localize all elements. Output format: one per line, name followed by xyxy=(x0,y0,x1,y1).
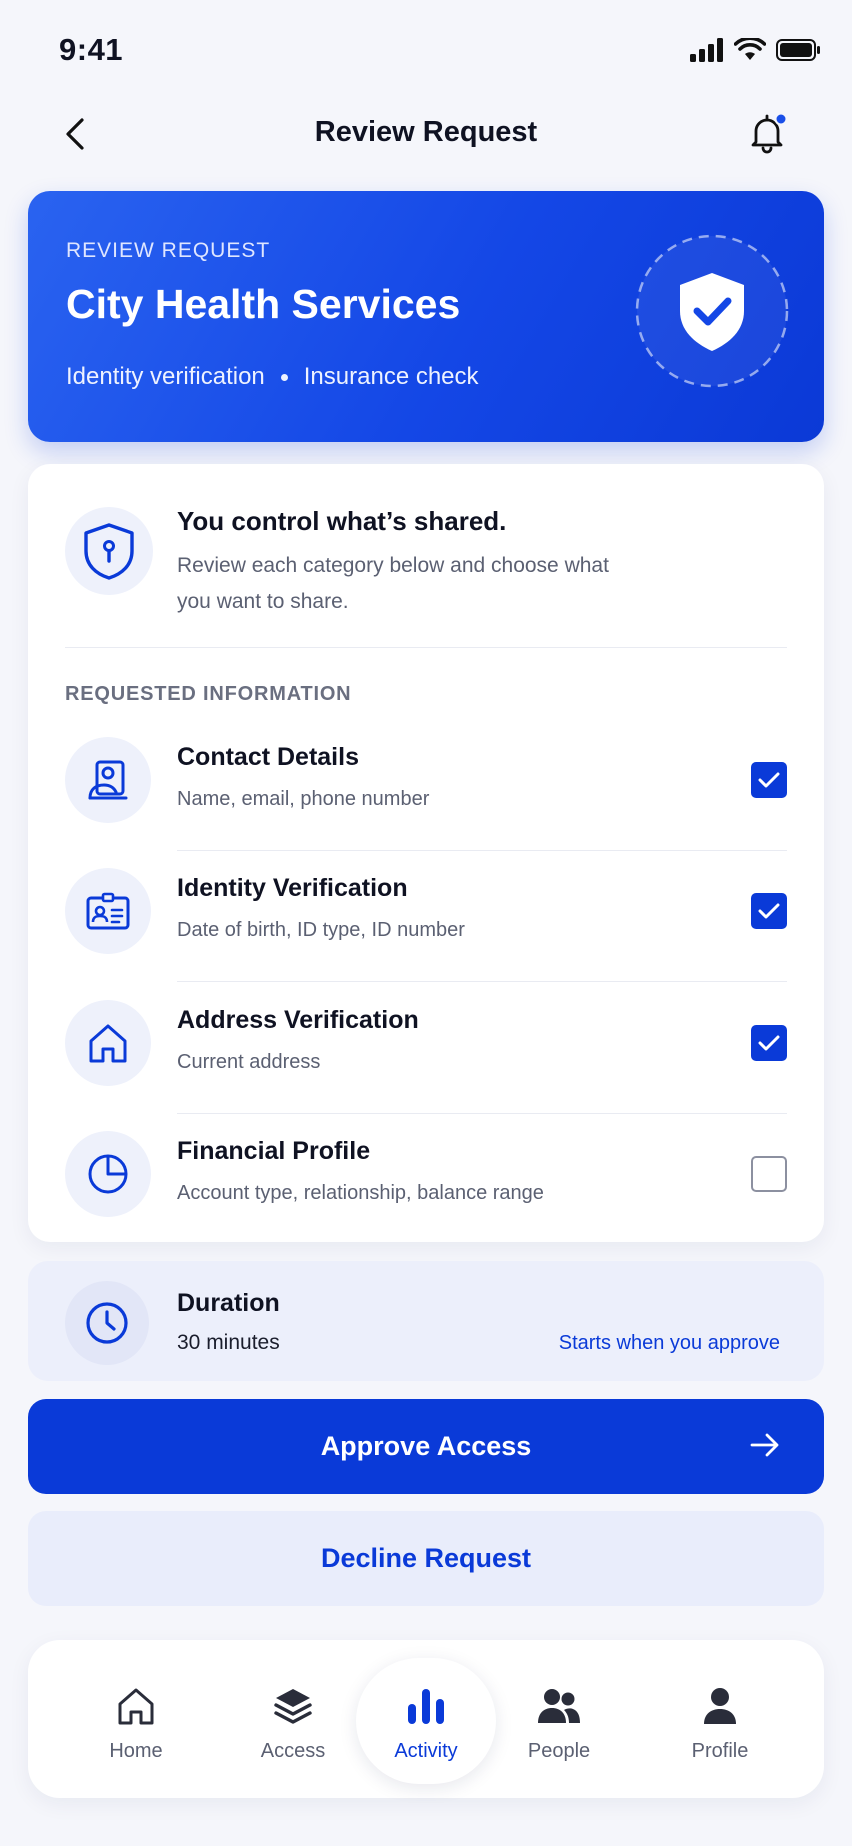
request-purposes: Identity verification Insurance check xyxy=(66,363,479,391)
purpose-item: Identity verification xyxy=(66,363,265,390)
request-item-address-verification[interactable]: Address Verification Current address xyxy=(65,1000,787,1131)
clock-icon xyxy=(86,1302,128,1344)
request-item-icon xyxy=(65,1131,151,1217)
tab-access[interactable]: Access xyxy=(223,1640,363,1798)
intro-icon-wrap xyxy=(65,507,153,595)
hero-eyebrow: REVIEW REQUEST xyxy=(66,239,271,262)
checkmark-icon xyxy=(758,772,780,788)
tab-label: Access xyxy=(260,1740,326,1762)
status-icons xyxy=(690,38,822,62)
organization-name: City Health Services xyxy=(66,281,461,327)
consent-card: You control what’s shared. Review each c… xyxy=(28,464,824,1242)
tab-profile[interactable]: Profile xyxy=(650,1640,790,1798)
home-icon xyxy=(118,1688,154,1725)
status-time: 9:41 xyxy=(59,32,124,67)
decline-label: Decline Request xyxy=(320,1543,532,1573)
request-item-icon xyxy=(65,1000,151,1086)
id-card-icon xyxy=(86,892,130,930)
tab-label: Activity xyxy=(394,1740,458,1762)
status-bar: 9:41 xyxy=(0,0,852,100)
duration-title: Duration xyxy=(177,1289,280,1317)
tab-label: Profile xyxy=(691,1740,749,1762)
request-item-description: Account type, relationship, balance rang… xyxy=(177,1182,544,1204)
nav-header: Review Request xyxy=(0,100,852,190)
signal-icon xyxy=(690,38,723,62)
request-item-description: Current address xyxy=(177,1051,321,1073)
request-item-identity-verification[interactable]: Identity Verification Date of birth, ID … xyxy=(65,868,787,999)
bar-chart-icon xyxy=(408,1689,444,1724)
page-title: Review Request xyxy=(314,116,538,148)
checkmark-icon xyxy=(758,1035,780,1051)
layers-icon xyxy=(274,1689,312,1724)
shield-keyhole-icon xyxy=(84,523,134,580)
request-item-title: Financial Profile xyxy=(177,1137,371,1165)
request-item-title: Address Verification xyxy=(177,1006,419,1034)
purpose-item: Insurance check xyxy=(303,363,479,390)
request-item-title: Contact Details xyxy=(177,743,359,771)
section-label: REQUESTED INFORMATION xyxy=(65,683,352,705)
duration-panel: Duration 30 minutes Starts when you appr… xyxy=(28,1261,824,1381)
tab-activity[interactable]: Activity xyxy=(356,1640,496,1798)
row-separator xyxy=(177,981,787,982)
people-icon xyxy=(538,1689,580,1723)
request-item-financial-profile[interactable]: Financial Profile Account type, relation… xyxy=(65,1131,787,1262)
wifi-icon xyxy=(734,38,766,60)
duration-note: Starts when you approve xyxy=(558,1332,780,1354)
approve-label: Approve Access xyxy=(320,1431,532,1461)
row-separator xyxy=(177,1113,787,1114)
notifications-button[interactable] xyxy=(742,108,792,158)
contact-icon xyxy=(88,760,128,800)
tab-label: People xyxy=(527,1740,591,1762)
duration-value: 30 minutes xyxy=(177,1331,280,1354)
pie-chart-icon xyxy=(88,1154,128,1194)
home-icon xyxy=(89,1024,127,1063)
share-checkbox[interactable] xyxy=(751,893,787,929)
share-checkbox[interactable] xyxy=(751,1156,787,1192)
divider xyxy=(65,647,787,648)
bullet-separator xyxy=(280,373,288,381)
duration-icon-wrap xyxy=(65,1281,149,1365)
row-separator xyxy=(177,850,787,851)
share-checkbox[interactable] xyxy=(751,1025,787,1061)
tab-people[interactable]: People xyxy=(489,1640,629,1798)
approve-access-button[interactable]: Approve Access xyxy=(28,1399,824,1494)
tab-bar: Home Access Activity People Profile xyxy=(28,1640,824,1798)
tab-home[interactable]: Home xyxy=(66,1640,206,1798)
decline-request-button[interactable]: Decline Request xyxy=(28,1511,824,1606)
request-item-description: Date of birth, ID type, ID number xyxy=(177,919,465,941)
request-item-title: Identity Verification xyxy=(177,874,408,902)
checkmark-icon xyxy=(758,903,780,919)
arrow-right-icon xyxy=(750,1433,779,1457)
tab-label: Home xyxy=(109,1740,163,1762)
request-item-icon xyxy=(65,868,151,954)
request-item-contact-details[interactable]: Contact Details Name, email, phone numbe… xyxy=(65,737,787,868)
request-hero-card: REVIEW REQUEST City Health Services Iden… xyxy=(28,191,824,442)
bell-icon xyxy=(751,112,788,154)
intro-title: You control what’s shared. xyxy=(177,506,507,536)
share-checkbox[interactable] xyxy=(751,762,787,798)
request-item-description: Name, email, phone number xyxy=(177,788,430,810)
verified-shield-icon xyxy=(635,234,789,388)
battery-icon xyxy=(776,39,820,61)
person-icon xyxy=(704,1688,736,1724)
intro-description: Review each category below and choose wh… xyxy=(177,554,609,613)
request-item-icon xyxy=(65,737,151,823)
